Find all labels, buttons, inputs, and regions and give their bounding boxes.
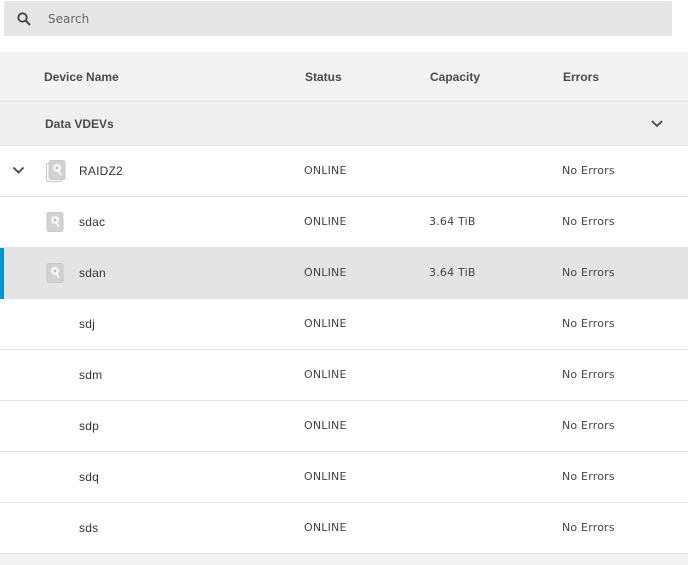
device-name: sds — [79, 521, 99, 535]
search-icon — [17, 12, 31, 26]
devices-table: Device Name Status Capacity Errors Data … — [0, 52, 688, 565]
device-status: ONLINE — [304, 317, 347, 330]
device-status: ONLINE — [304, 266, 347, 279]
group-label: Data VDEVs — [45, 117, 114, 131]
table-row[interactable]: sdj ONLINE No Errors — [0, 299, 688, 350]
device-capacity: 3.64 TiB — [429, 266, 476, 279]
disk-icon — [46, 263, 64, 283]
disk-icon — [46, 212, 64, 232]
device-status: ONLINE — [304, 419, 347, 432]
device-status: ONLINE — [304, 470, 347, 483]
column-header-status[interactable]: Status — [305, 70, 342, 84]
column-header-capacity[interactable]: Capacity — [430, 70, 480, 84]
table-row[interactable]: sdp ONLINE No Errors — [0, 401, 688, 452]
device-name: sdp — [79, 419, 99, 433]
table-row[interactable]: sdan ONLINE 3.64 TiB No Errors — [0, 248, 688, 299]
table-row[interactable]: sdm ONLINE No Errors — [0, 350, 688, 401]
device-name: sdm — [79, 368, 103, 382]
selection-indicator — [0, 248, 4, 299]
table-row[interactable]: sdac ONLINE 3.64 TiB No Errors — [0, 197, 688, 248]
device-errors: No Errors — [562, 368, 615, 381]
device-status: ONLINE — [304, 521, 347, 534]
search-area — [0, 0, 700, 52]
vdev-icon — [46, 160, 66, 182]
device-name: RAIDZ2 — [79, 164, 123, 178]
search-input[interactable] — [48, 1, 648, 36]
device-errors: No Errors — [562, 419, 615, 432]
device-errors: No Errors — [562, 215, 615, 228]
device-errors: No Errors — [562, 521, 615, 534]
column-header-device-name[interactable]: Device Name — [44, 70, 119, 84]
table-row[interactable]: RAIDZ2 ONLINE No Errors — [0, 146, 688, 197]
device-errors: No Errors — [562, 317, 615, 330]
table-row[interactable]: sdq ONLINE No Errors — [0, 452, 688, 503]
search-box[interactable] — [4, 1, 672, 36]
device-status: ONLINE — [304, 215, 347, 228]
device-errors: No Errors — [562, 266, 615, 279]
device-errors: No Errors — [562, 470, 615, 483]
device-name: sdan — [79, 266, 106, 280]
chevron-down-icon[interactable] — [12, 166, 25, 175]
device-errors: No Errors — [562, 164, 615, 177]
chevron-down-icon[interactable] — [650, 119, 664, 129]
device-name: sdq — [79, 470, 99, 484]
device-name: sdac — [79, 215, 106, 229]
device-capacity: 3.64 TiB — [429, 215, 476, 228]
column-header-errors[interactable]: Errors — [563, 70, 599, 84]
group-row-data-vdevs[interactable]: Data VDEVs — [0, 103, 688, 146]
column-header-row: Device Name Status Capacity Errors — [0, 52, 688, 102]
scrollbar[interactable] — [688, 52, 700, 565]
table-row[interactable]: sds ONLINE No Errors — [0, 503, 688, 554]
device-status: ONLINE — [304, 368, 347, 381]
device-name: sdj — [79, 317, 95, 331]
device-status: ONLINE — [304, 164, 347, 177]
